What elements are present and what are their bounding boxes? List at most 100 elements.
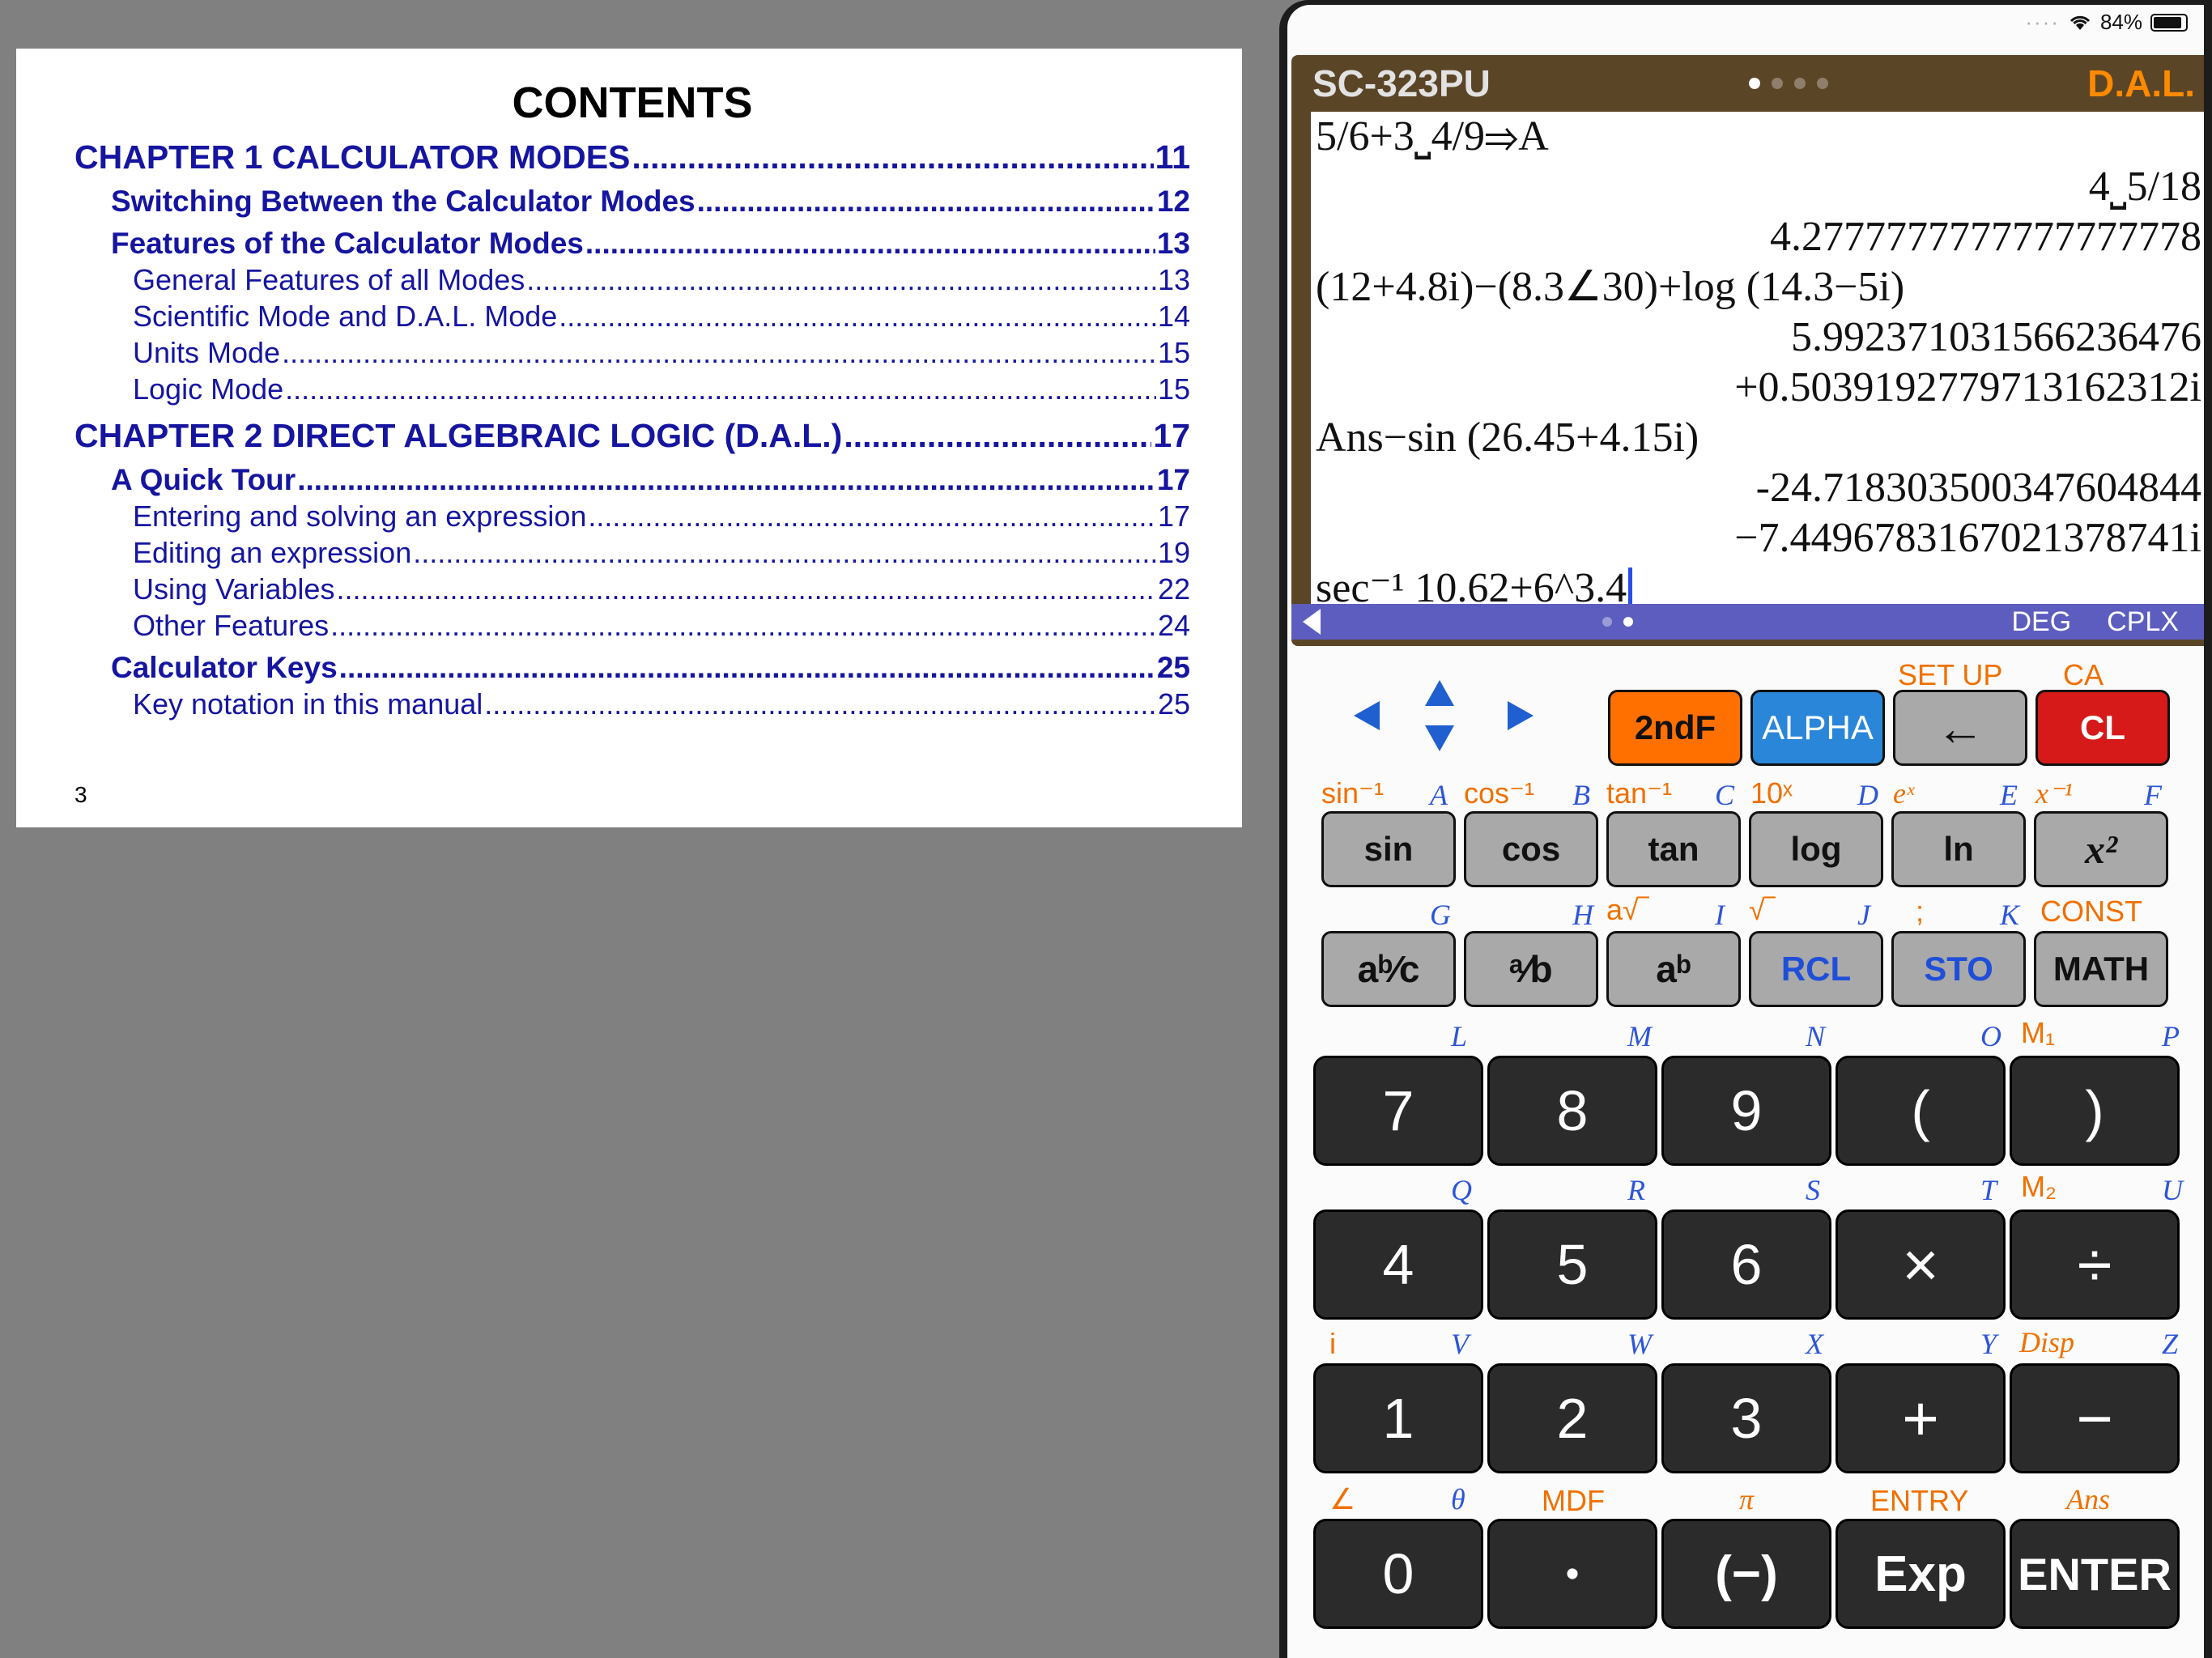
memory-1-label: M₁ (2021, 1016, 2056, 1049)
clear-button[interactable]: CL (2035, 690, 2170, 766)
toc-entry[interactable]: Entering and solving an expression 17 (74, 497, 1190, 534)
toc-entry-page: 15 (1157, 336, 1190, 369)
alpha-label-a: A (1430, 779, 1448, 811)
page-dot (1623, 617, 1633, 627)
power-button[interactable]: aᵇ (1606, 931, 1741, 1007)
toc-entry-title: Logic Mode (133, 372, 284, 406)
nine-button[interactable]: 9 (1661, 1056, 1831, 1166)
display-line: 4.2777777777777777778 (1311, 212, 2204, 262)
alpha-label-s: S (1806, 1174, 1820, 1206)
toc-entry[interactable]: Features of the Calculator Modes 13 (74, 219, 1190, 261)
toc-entry-title: Switching Between the Calculator Modes (111, 185, 696, 218)
back-arrow-icon[interactable] (1303, 609, 1321, 635)
toc-entry[interactable]: Key notation in this manual 25 (74, 685, 1190, 721)
toc-leader-dots (413, 536, 1156, 570)
multiply-button[interactable]: × (1836, 1209, 2006, 1320)
mixed-fraction-button[interactable]: aᵇ⁄c (1321, 931, 1456, 1007)
six-button[interactable]: 6 (1661, 1209, 1831, 1320)
ln-button[interactable]: ln (1891, 811, 2026, 887)
toc-entry[interactable]: General Features of all Modes 13 (74, 261, 1190, 297)
sin-button[interactable]: sin (1321, 811, 1456, 887)
alpha-label-g: G (1430, 899, 1451, 931)
angle-label: ∠ (1329, 1482, 1356, 1516)
alpha-label-t: T (1980, 1174, 1997, 1206)
fraction-button[interactable]: ᵃ⁄b (1464, 931, 1598, 1007)
two-button[interactable]: 2 (1487, 1363, 1657, 1473)
math-button[interactable]: MATH (2034, 931, 2168, 1007)
recall-button[interactable]: RCL (1749, 931, 1883, 1007)
toc-entry-page: 17 (1153, 417, 1190, 454)
enter-button[interactable]: ENTER (2010, 1519, 2180, 1629)
zero-button[interactable]: 0 (1313, 1519, 1483, 1629)
toc-entry[interactable]: Logic Mode 15 (74, 370, 1190, 406)
contents-title: CONTENTS (512, 79, 753, 127)
cursor-down-icon[interactable] (1425, 725, 1454, 751)
toc-entry-title: Entering and solving an expression (133, 500, 587, 533)
display-line: 5/6+3⎵4/9⇒A (1311, 112, 2204, 162)
toc-entry-title: Scientific Mode and D.A.L. Mode (133, 300, 558, 333)
three-button[interactable]: 3 (1661, 1363, 1831, 1473)
toc-entry-title: Other Features (133, 609, 330, 642)
alpha-button[interactable]: ALPHA (1750, 690, 1885, 766)
toc-entry[interactable]: A Quick Tour 17 (74, 455, 1190, 497)
minus-button[interactable]: − (2010, 1363, 2180, 1473)
exponent-button[interactable]: Exp (1836, 1519, 2006, 1629)
divide-button[interactable]: ÷ (2010, 1209, 2180, 1320)
entry-label: ENTRY (1870, 1484, 1969, 1517)
toc-leader-dots (330, 609, 1156, 643)
status-bar: ···· 84% (2025, 10, 2188, 35)
toc-entry[interactable]: Switching Between the Calculator Modes 12 (74, 176, 1190, 219)
second-function-button[interactable]: 2ndF (1608, 690, 1742, 766)
alpha-label-b: B (1572, 779, 1590, 811)
toc-entry-page: 15 (1157, 372, 1190, 406)
eight-button[interactable]: 8 (1487, 1056, 1657, 1166)
toc-entry[interactable]: Units Mode 15 (74, 334, 1190, 370)
toc-entry[interactable]: Calculator Keys 25 (74, 643, 1190, 685)
seven-button[interactable]: 7 (1313, 1056, 1483, 1166)
calculator-device: ···· 84% SC-323PU D.A.L. 5/6+3⎵4/9⇒A 4⎵5/… (1279, 0, 2212, 1658)
ten-power-label: 10ˣ (1750, 776, 1793, 810)
toc-entry[interactable]: Scientific Mode and D.A.L. Mode 14 (74, 297, 1190, 334)
page-indicator[interactable] (1749, 78, 1829, 89)
store-button[interactable]: STO (1891, 931, 2026, 1007)
four-button[interactable]: 4 (1313, 1209, 1483, 1320)
toc-leader-dots (285, 372, 1156, 406)
cursor-up-icon[interactable] (1425, 680, 1454, 706)
tan-button[interactable]: tan (1606, 811, 1741, 887)
five-button[interactable]: 5 (1487, 1209, 1657, 1320)
table-of-contents: CHAPTER 1 CALCULATOR MODES11Switching Be… (74, 133, 1190, 721)
toc-entry-title: A Quick Tour (111, 463, 296, 496)
toc-entry-title: Calculator Keys (111, 651, 338, 684)
lcd-screen[interactable]: 5/6+3⎵4/9⇒A 4⎵5/18 4.2777777777777777778 (1… (1311, 112, 2204, 604)
log-button[interactable]: log (1749, 811, 1883, 887)
toc-entry[interactable]: Using Variables 22 (74, 570, 1190, 606)
wifi-icon (2069, 15, 2091, 30)
square-button[interactable]: x² (2034, 811, 2168, 887)
close-paren-button[interactable]: ) (2010, 1056, 2180, 1166)
toc-entry-title: CHAPTER 2 DIRECT ALGEBRAIC LOGIC (D.A.L.… (74, 417, 843, 454)
imaginary-label: i (1329, 1327, 1336, 1360)
mode-bar: DEG CPLX (1291, 604, 2204, 640)
display-line-text: +0.5039192779713162312i (1734, 364, 2201, 410)
toc-entry-title: Features of the Calculator Modes (111, 227, 584, 260)
plus-button[interactable]: + (1836, 1363, 2006, 1473)
toc-entry[interactable]: Editing an expression 19 (74, 534, 1190, 570)
decimal-point-button[interactable]: • (1487, 1519, 1657, 1629)
display-line: 5.99237103156623647​6 (1311, 312, 2204, 363)
toc-leader-dots (297, 463, 1155, 497)
negate-button[interactable]: (−) (1661, 1519, 1831, 1629)
backspace-button[interactable]: ← (1893, 690, 2027, 766)
alpha-label-h: H (1572, 899, 1593, 931)
toc-entry[interactable]: CHAPTER 2 DIRECT ALGEBRAIC LOGIC (D.A.L.… (74, 411, 1190, 455)
toc-entry-title: Key notation in this manual (133, 687, 483, 721)
toc-entry[interactable]: Other Features 24 (74, 606, 1190, 643)
one-button[interactable]: 1 (1313, 1363, 1483, 1473)
toc-leader-dots (844, 417, 1151, 455)
cos-button[interactable]: cos (1464, 811, 1598, 887)
display-line: (12+4.8i)−(8.3∠30)+log (14.3−5i) (1311, 262, 2204, 312)
display-line: Ans−sin (26.45+4.15i) (1311, 413, 2204, 463)
cursor-right-icon[interactable] (1508, 701, 1534, 730)
cursor-left-icon[interactable] (1354, 701, 1380, 730)
open-paren-button[interactable]: ( (1836, 1056, 2006, 1166)
toc-entry[interactable]: CHAPTER 1 CALCULATOR MODES 11 (74, 133, 1190, 176)
